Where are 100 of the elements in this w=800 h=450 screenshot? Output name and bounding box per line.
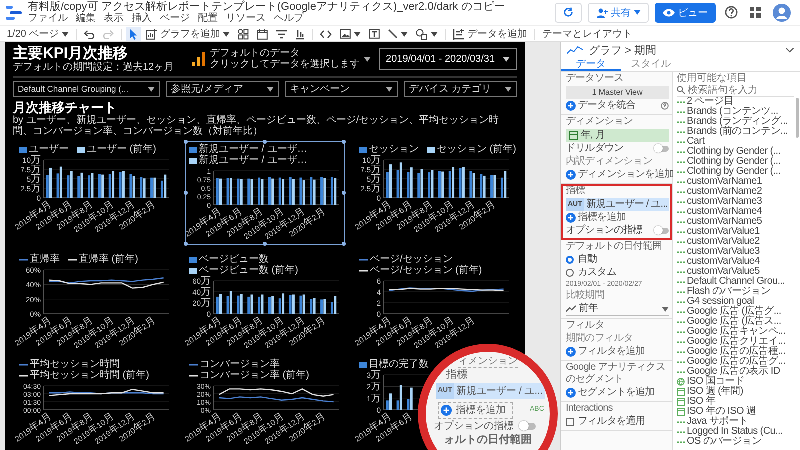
dimension-chip[interactable]: 年, 月 [566,129,669,142]
field-item[interactable]: customVarName1 [677,177,800,187]
view-button[interactable]: ビュー [655,2,716,22]
field-item[interactable]: customVarValue4 [677,257,800,267]
field-item[interactable]: Google 広告 (広告グ... [677,307,800,317]
field-item[interactable]: ISO 週 (年間) [677,387,800,397]
field-item[interactable]: Brands (コンテンツ... [677,107,800,117]
filter-dropdown[interactable]: Default Channel Grouping (... [13,81,160,97]
partial-text: ォルトの日付範囲 [444,434,532,447]
field-label: 期間のフィルタ [566,333,634,345]
field-item[interactable]: Clothing by Gender (... [677,157,800,167]
field-item[interactable]: OS のバージョン [677,437,800,447]
field-item[interactable]: customVarName2 [677,187,800,197]
field-item[interactable]: Brands (前のコンテン... [677,127,800,137]
section-heading: Google アナリティクスのセグメント [566,362,666,386]
field-item[interactable]: 2 ページ目 [677,97,800,107]
page-selector[interactable]: 1/20 ページ [4,26,72,41]
menu-item[interactable]: 挿入 [132,12,152,24]
field-item[interactable]: Flash のバージョン [677,287,800,297]
field-item[interactable]: customVarName3 [677,197,800,207]
section-heading: デフォルトの日付範囲 [566,241,664,253]
partial-text: ィメンション [458,356,518,368]
report-title: 有料版/copy可 アクセス解析レポートテンプレート(Googleアナリティクス)_ver2.0/dark のコピー [28,0,506,12]
filter-dropdown[interactable]: キャンペーン [284,81,398,97]
menu-item[interactable]: リソース [226,12,266,24]
section-description: by ユーザー、新規ユーザー、セッション、直帰率、ページビュー数、ページ/セッション、平均セッション時間、コンバージョン率、コンバージョン数（対前年比） [13,115,500,137]
field-item[interactable]: customVarValue1 [677,227,800,237]
field-item[interactable]: Google 広告 (広告ス... [677,317,800,327]
field-item[interactable]: Clothing by Gender (... [677,147,800,157]
add-data-button[interactable]: データを追加 [450,26,530,41]
field-item[interactable]: customVarName5 [677,217,800,227]
menu-item[interactable]: 配置 [198,12,218,24]
legend-label: ページビュー数 (前年) [199,265,298,276]
menu-item[interactable]: 表示 [104,12,124,24]
period-note: デフォルトの期間設定：過去12ヶ月 [13,62,174,73]
legend-label: セッション (前年) [437,144,516,155]
field-item[interactable]: customVarValue2 [677,237,800,247]
panel-tab[interactable]: データ [561,58,621,71]
field-item[interactable]: Java サポート [677,417,800,427]
legend-label: 新規ユーザー / ユーザ… [199,144,308,155]
field-item[interactable]: customVarName4 [677,207,800,217]
panel-tab[interactable]: スタイル [621,58,681,71]
legend-label: 新規ユーザー / ユーザ… [199,155,308,166]
add-link[interactable]: 指標を追加 [438,402,513,419]
menu-item[interactable]: ヘルプ [274,12,304,24]
date-range-control[interactable]: 2019/04/01 - 2020/03/31 [379,48,517,70]
legend-label: ユーザー (前年) [87,144,156,155]
field-item[interactable]: Cart [677,137,800,147]
field-item[interactable]: customVarValue3 [677,247,800,257]
option-label: 自動 [578,254,598,266]
search-field[interactable]: 検索語句を入力 [677,84,794,97]
report-heading: 主要KPI月次推移 [13,45,130,62]
menu-item[interactable]: ファイル [28,12,68,24]
option-label: オプションの指標 [566,225,643,237]
field-item[interactable]: Google 広告の広告グ... [677,357,800,367]
field-item[interactable]: ISO 年の ISO 週 [677,407,800,417]
legend-label: ページ/セッション (前年) [370,265,482,276]
option-label: フィルタを適用 [578,416,646,428]
field-item[interactable]: Google 広告クリエイ... [677,337,800,347]
filter-dropdown[interactable]: 参照元/メディア [166,81,279,97]
share-button[interactable]: 共有 [588,2,649,22]
option-label: カスタム [578,267,616,279]
field-item[interactable]: Brands (ランディング... [677,117,800,127]
filter-dropdown[interactable]: デバイス カテゴリ [404,81,517,97]
field-label: 内訳ディメンション [566,156,654,168]
field-item[interactable]: G4 session goal [677,297,800,307]
field-item[interactable]: Google 広告キャンペ... [677,327,800,337]
data-source-chip[interactable]: 1 Master View [566,86,669,99]
legend-label: セッション [369,144,419,155]
legend-label: コンバージョン率 (前年) [200,370,310,381]
add-link[interactable]: セグメントを追加 [566,387,655,399]
field-item[interactable]: Logged In Status (Cu... [677,427,800,437]
field-item[interactable]: Clothing by Gender (... [677,167,800,177]
field-item[interactable]: ISO 年 [677,397,800,407]
field-item[interactable]: Google 広告の表示 ID [677,367,800,377]
legend-label: ページ/セッション [370,254,453,265]
field-item[interactable]: Default Channel Grou... [677,277,800,287]
field-label: 比較期間 [566,290,606,302]
legend-label: コンバージョン率 [200,359,280,370]
add-link[interactable]: フィルタを追加 [566,346,646,358]
field-item[interactable]: ISO 国コード [677,377,800,387]
add-chart-button[interactable]: グラフを追加 [143,26,234,41]
theme-layout-button[interactable]: テーマとレイアウト [539,26,636,41]
legend-label: 直帰率 (前年) [79,254,138,265]
add-link[interactable]: データを統合 [566,100,636,112]
section-heading: ディメンション [566,116,634,128]
legend-label: 直帰率 [30,254,60,265]
legend-label: 目標の完了数 [369,359,429,370]
field-item[interactable]: customVarValue5 [677,267,800,277]
comparison-dropdown[interactable]: 前年 [566,303,669,316]
menu-item[interactable]: 編集 [76,12,96,24]
data-source-control[interactable]: デフォルトのデータ クリックしてデータを選択します [192,48,372,70]
menu-item[interactable]: ページ [160,12,190,24]
legend-label: ページビュー数 [199,254,269,265]
fields-heading: 使用可能な項目 [677,73,748,84]
legend-label: 平均セッション時間 (前年) [30,370,150,381]
add-link[interactable]: ディメンションを追加 [566,169,674,181]
add-link[interactable]: 指標を追加 [566,212,626,224]
field-item[interactable]: Google 広告の広告種... [677,347,800,357]
option-label: オプションの指標 [434,420,514,433]
